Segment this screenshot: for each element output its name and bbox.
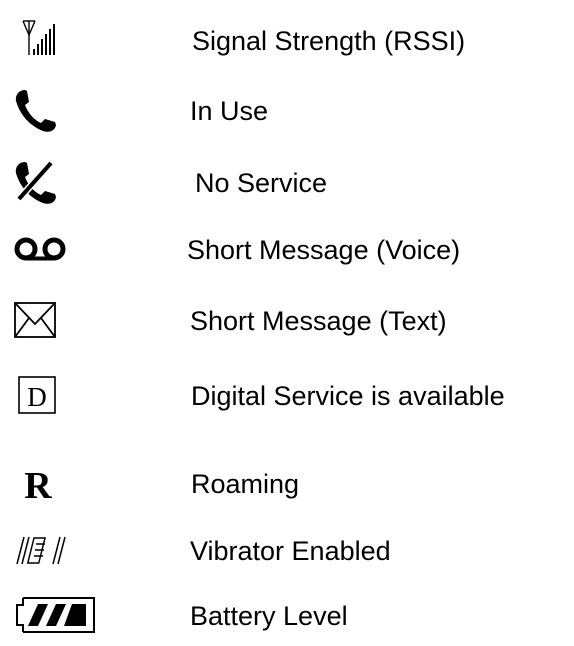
- legend-label-text-message: Short Message (Text): [190, 306, 447, 336]
- legend-row-vibrator: Vibrator Enabled: [0, 521, 574, 581]
- legend-label-no-service: No Service: [195, 168, 328, 198]
- legend-row-voice-message: Short Message (Voice): [0, 220, 574, 280]
- vibrator-icon: [0, 521, 110, 581]
- legend-label-signal-strength: Signal Strength (RSSI): [192, 26, 466, 56]
- digital-service-icon: D: [0, 366, 110, 426]
- legend-label-vibrator: Vibrator Enabled: [190, 536, 391, 566]
- phone-in-use-icon: [0, 81, 110, 141]
- roaming-icon-letter: R: [24, 466, 52, 506]
- legend-label-roaming: Roaming: [191, 469, 300, 499]
- legend-row-no-service: No Service: [0, 153, 574, 213]
- legend-row-digital-service: D Digital Service is available: [0, 366, 574, 426]
- voicemail-icon: [0, 220, 110, 280]
- signal-strength-icon: [0, 11, 110, 71]
- roaming-icon: R: [0, 454, 110, 514]
- legend-label-digital-service: Digital Service is available: [191, 381, 505, 411]
- icon-legend: Signal Strength (RSSI) In Use No Service: [0, 0, 574, 642]
- legend-row-battery: Battery Level: [0, 586, 574, 646]
- battery-icon: [0, 586, 110, 646]
- legend-label-in-use: In Use: [190, 96, 269, 126]
- no-service-icon: [0, 153, 110, 213]
- legend-label-battery: Battery Level: [190, 601, 348, 631]
- digital-service-icon-letter: D: [27, 382, 47, 412]
- envelope-icon: [0, 291, 110, 351]
- legend-label-voice-message: Short Message (Voice): [187, 235, 461, 265]
- legend-row-signal-strength: Signal Strength (RSSI): [0, 11, 574, 71]
- legend-row-text-message: Short Message (Text): [0, 291, 574, 351]
- legend-row-in-use: In Use: [0, 81, 574, 141]
- legend-row-roaming: R Roaming: [0, 454, 574, 514]
